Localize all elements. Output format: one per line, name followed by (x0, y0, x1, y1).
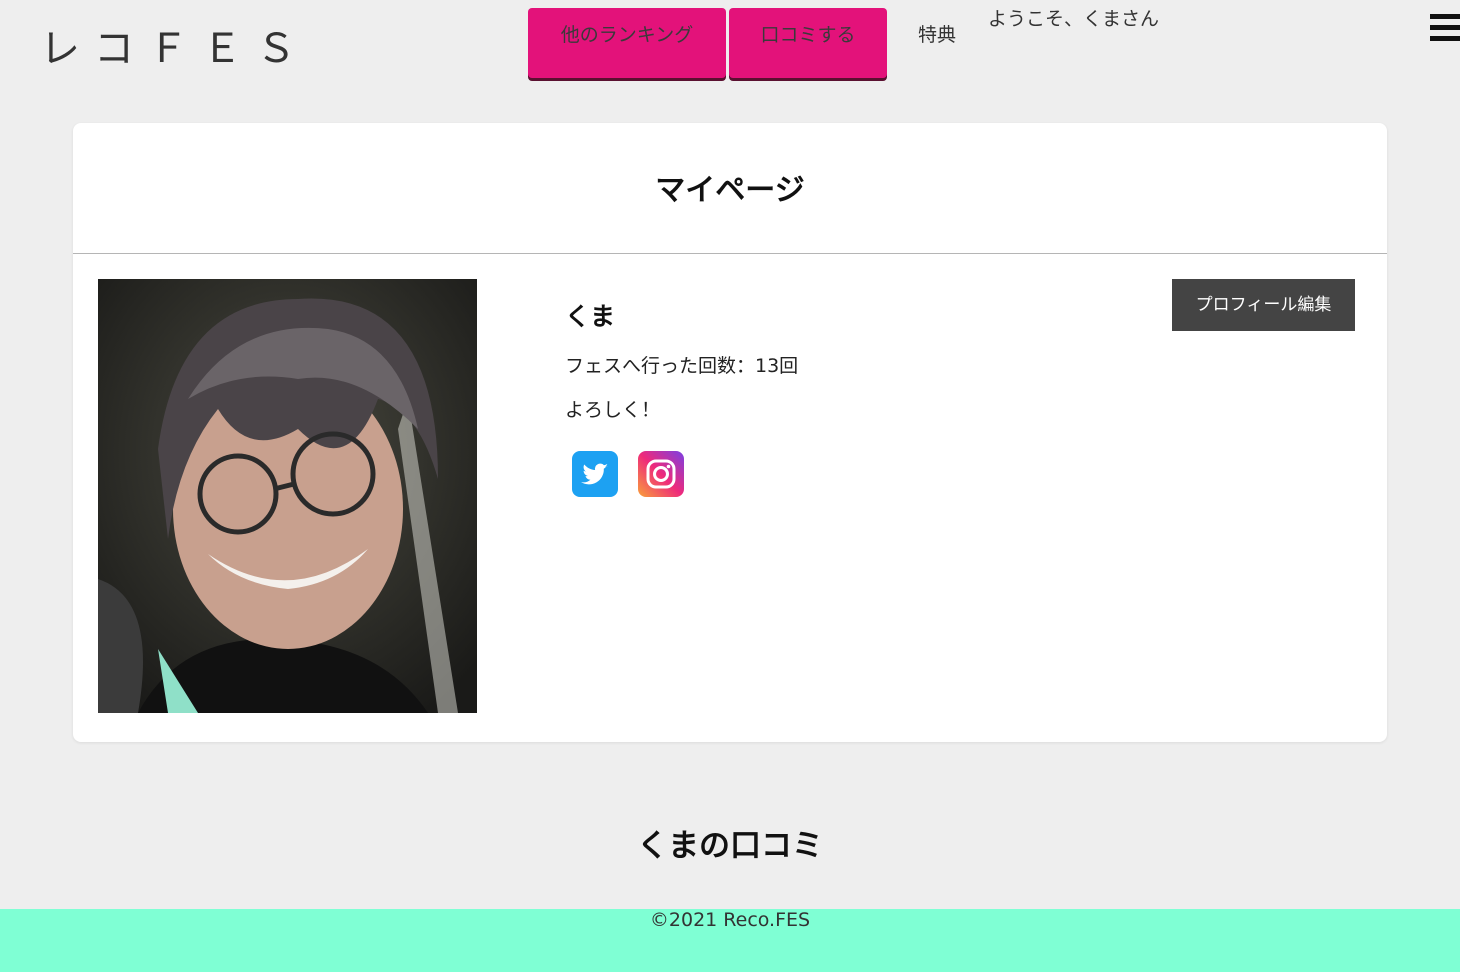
copyright-text: ©2021 Reco.FES (649, 909, 811, 931)
festival-visit-count: フェスへ行った回数：13回 (565, 355, 799, 377)
other-rankings-button[interactable]: 他のランキング (528, 8, 726, 78)
edit-profile-button[interactable]: プロフィール編集 (1172, 279, 1355, 331)
profile-photo (98, 279, 477, 713)
hamburger-menu-icon[interactable] (1430, 14, 1460, 42)
username: くま (565, 302, 616, 331)
perks-link[interactable]: 特典 (918, 20, 956, 47)
instagram-icon[interactable] (638, 451, 684, 497)
post-review-button[interactable]: 口コミする (729, 8, 887, 78)
profile-bio: よろしく！ (565, 399, 661, 421)
site-logo[interactable]: レコＦＥＳ (40, 16, 310, 74)
page-title: マイページ (655, 173, 805, 208)
twitter-icon[interactable] (572, 451, 618, 497)
footer: ©2021 Reco.FES (0, 909, 1460, 972)
welcome-message: ようこそ、くまさん (988, 8, 1160, 30)
user-reviews-heading: くまの口コミ (637, 828, 823, 864)
divider (73, 253, 1387, 254)
profile-card: マイページ くま フェスへ行った回数：13回 よろしく！ プロフィール編集 (73, 123, 1387, 742)
